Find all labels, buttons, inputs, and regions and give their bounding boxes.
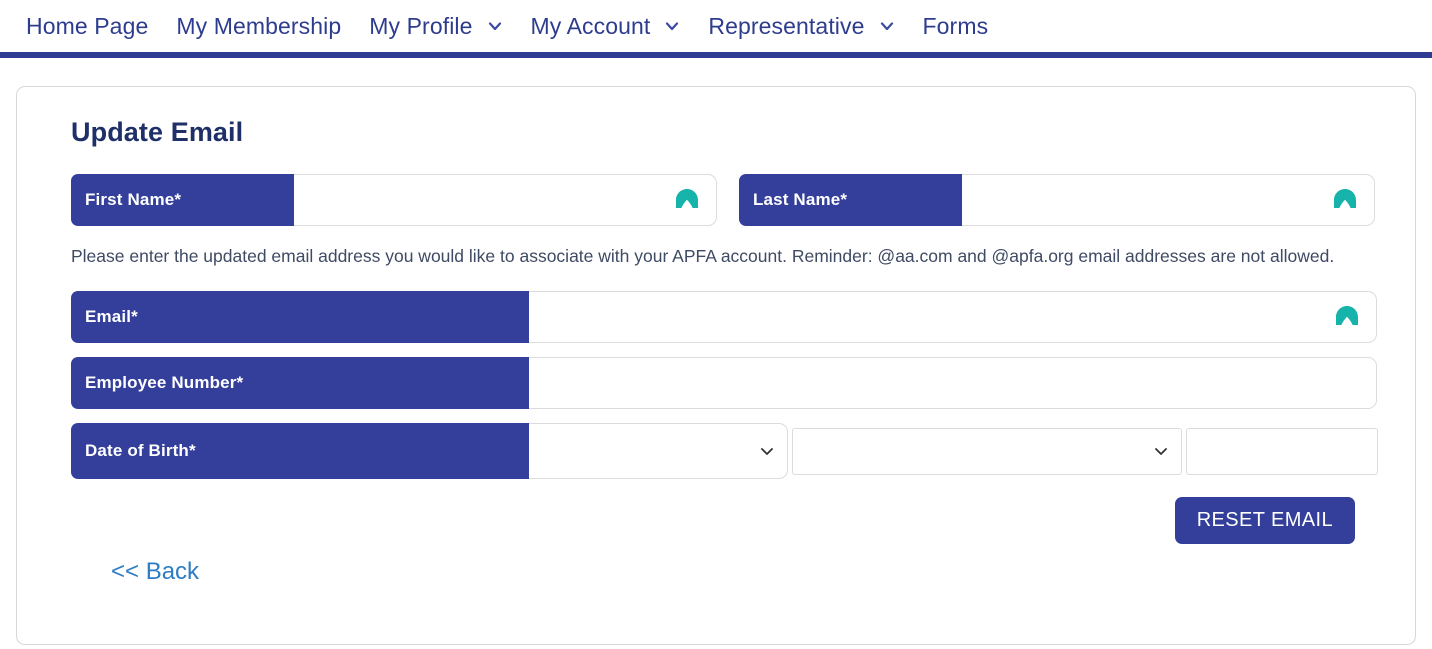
first-name-label: First Name* [71,174,294,226]
nav-item-representative[interactable]: Representative [696,0,906,52]
name-fields-row: First Name* Last Name* [71,174,1377,226]
main-navigation: Home Page My Membership My Profile My Ac… [0,0,1432,52]
chevron-down-icon [664,18,680,34]
nav-item-forms[interactable]: Forms [911,0,1001,52]
email-input[interactable] [529,292,1376,343]
dob-year-input-wrap[interactable] [1186,427,1378,475]
dob-day-select[interactable]: 1234567891011121314151617181920212223242… [793,428,1181,474]
date-of-birth-controls: JanuaryFebruaryMarchAprilMayJuneJulyAugu… [529,423,1378,480]
back-link[interactable]: << Back [111,558,199,585]
email-helper-text: Please enter the updated email address y… [71,246,1335,266]
nordpass-icon[interactable] [1330,185,1360,215]
email-field: Email* [71,291,1377,344]
back-link-wrap: << Back [71,558,1377,586]
nav-item-label: Home Page [26,12,149,39]
dob-month-select-wrap[interactable]: JanuaryFebruaryMarchAprilMayJuneJulyAugu… [529,423,788,480]
employee-number-field: Employee Number* [71,357,1377,410]
nav-item-my-membership[interactable]: My Membership [164,0,353,52]
nav-item-my-account[interactable]: My Account [519,0,693,52]
first-name-input[interactable] [294,175,716,225]
last-name-input[interactable] [962,175,1374,225]
date-of-birth-label: Date of Birth* [71,423,529,480]
dob-month-select[interactable]: JanuaryFebruaryMarchAprilMayJuneJulyAugu… [529,424,787,479]
form-actions: RESET EMAIL [71,497,1377,545]
navigation-accent-bar [0,52,1432,58]
nav-item-label: My Membership [176,12,342,39]
reset-email-button[interactable]: RESET EMAIL [1174,497,1355,545]
employee-number-input[interactable] [529,358,1376,409]
dob-day-select-wrap[interactable]: 1234567891011121314151617181920212223242… [792,427,1182,475]
email-row: Email* [71,291,1377,344]
nav-item-home-page[interactable]: Home Page [14,0,160,52]
update-email-card: Update Email First Name* Last Name* Plea… [16,86,1416,645]
page-title: Update Email [71,117,244,147]
last-name-input-wrap[interactable] [962,174,1375,226]
nav-item-my-profile[interactable]: My Profile [357,0,514,52]
employee-number-label: Employee Number* [71,357,529,410]
nordpass-icon[interactable] [672,185,702,215]
chevron-down-icon [879,18,895,34]
dob-year-input[interactable] [1187,428,1377,474]
email-input-wrap[interactable] [529,291,1377,344]
date-of-birth-field: Date of Birth* JanuaryFebruaryMarchApril… [71,423,1378,480]
nav-item-label: Representative [708,12,865,39]
employee-number-input-wrap[interactable] [529,357,1377,410]
nav-item-label: My Profile [369,12,473,39]
first-name-field: First Name* [71,174,717,226]
last-name-label: Last Name* [739,174,962,226]
first-name-input-wrap[interactable] [294,174,717,226]
date-of-birth-row: Date of Birth* JanuaryFebruaryMarchApril… [71,423,1378,480]
employee-number-row: Employee Number* [71,357,1377,410]
nav-item-label: Forms [922,12,989,39]
email-label: Email* [71,291,529,344]
nav-item-label: My Account [530,12,651,39]
chevron-down-icon [487,18,503,34]
last-name-field: Last Name* [739,174,1375,226]
nordpass-icon[interactable] [1332,302,1362,332]
